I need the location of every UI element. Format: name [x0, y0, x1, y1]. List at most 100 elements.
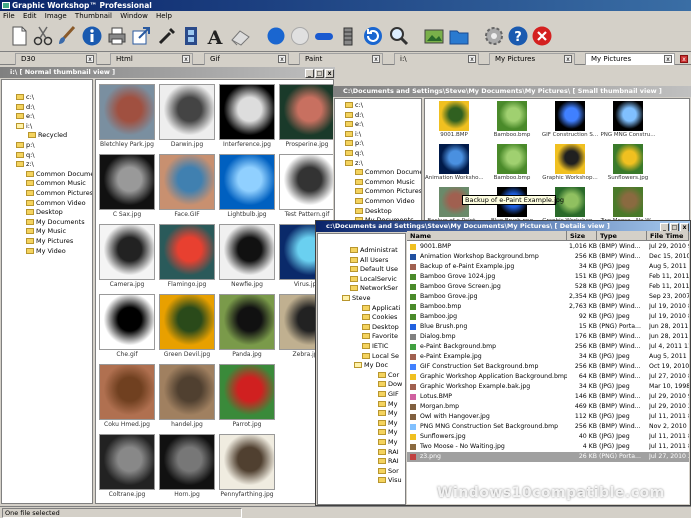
tree-item[interactable]: RAI	[378, 457, 399, 467]
tree-item[interactable]: Steve	[342, 294, 371, 304]
tree-item[interactable]: Cor	[378, 371, 399, 381]
thumbnail-item[interactable]: Che.gif	[96, 292, 158, 362]
thumbnail-item[interactable]: Pennyfarthing.jpg	[216, 432, 278, 502]
tree-item[interactable]: d:\	[345, 111, 364, 121]
file-row[interactable]: Animation Workshop Background.bmp 256 KB(…	[407, 252, 689, 262]
thumbnail-item[interactable]: Prosperine.jpg	[276, 82, 333, 152]
folder-icon[interactable]	[448, 25, 470, 47]
tree-item[interactable]: q:\	[16, 151, 35, 161]
tree-item[interactable]: c:\	[345, 101, 363, 111]
tab-close-icon[interactable]: x	[372, 55, 380, 63]
close-icon[interactable]	[531, 25, 553, 47]
thumbnail-item[interactable]: GIF Construction S...	[541, 100, 599, 143]
thumbnail-item[interactable]: Animation Worksho...	[425, 143, 483, 186]
thumbnail-item[interactable]: Lightbulb.jpg	[216, 152, 278, 222]
tree-item[interactable]: Dow	[378, 380, 402, 390]
file-row[interactable]: e-Paint Example.jpg 34 KB (JPG) Jpeg Aug 5,…	[407, 352, 689, 362]
tree-item[interactable]: Common Documents	[26, 170, 92, 180]
tree-item[interactable]: q:\	[345, 149, 364, 159]
tree-item[interactable]: Desktop	[355, 207, 392, 217]
refresh-icon[interactable]	[362, 25, 384, 47]
normal-view-title[interactable]: i:\ [ Normal thumbnail view ] _ □ x	[0, 67, 335, 78]
brush-icon[interactable]	[56, 25, 78, 47]
small-view-title[interactable]: C:\Documents and Settings\Steve\My Docum…	[333, 86, 691, 97]
thumbnail-item[interactable]: Coltrane.jpg	[96, 432, 158, 502]
tree-item[interactable]: Visu	[378, 476, 402, 486]
file-row[interactable]: Bamboo Grove Screen.jpg 528 KB (JPG) Jpeg F…	[407, 282, 689, 292]
file-row[interactable]: z3.png 26 KB(PNG) Porta... Jul 27, 2010 2:	[407, 452, 689, 462]
menu-image[interactable]: Image	[42, 11, 70, 22]
thumbnail-item[interactable]: Bamboo.bmp	[483, 143, 541, 186]
export-icon[interactable]	[130, 25, 152, 47]
thumbnail-item[interactable]: Newfie.jpg	[216, 222, 278, 292]
thumbnail-item[interactable]	[657, 100, 689, 143]
circle-gray-icon[interactable]	[289, 25, 311, 47]
menu-file[interactable]: File	[0, 11, 18, 22]
file-row[interactable]: Backup of e-Paint Example.jpg 34 KB (JPG) …	[407, 262, 689, 272]
column-size[interactable]: Size	[567, 231, 597, 241]
tree-item[interactable]: My Pictures	[26, 237, 73, 247]
menu-thumbnail[interactable]: Thumbnail	[72, 11, 115, 22]
column-type[interactable]: Type	[597, 231, 647, 241]
thumbnail-item[interactable]: Interference.jpg	[216, 82, 278, 152]
file-row[interactable]: Graphic Workshop Example.bak.jpg 34 KB (JP…	[407, 382, 689, 392]
menu-window[interactable]: Window	[117, 11, 151, 22]
tree-item[interactable]: LocalServic	[350, 275, 397, 285]
tree-item[interactable]: My Video	[26, 247, 66, 257]
tree-item[interactable]: Common Music	[26, 179, 86, 189]
tree-item[interactable]: My	[378, 419, 397, 429]
file-row[interactable]: 9001.BMP 1,016 KB (BMP) Wind... Jul 29, 201…	[407, 242, 689, 252]
file-row[interactable]: Bamboo Grove 1024.jpg 151 KB (JPG) Jpeg Feb…	[407, 272, 689, 282]
cut-icon[interactable]	[32, 25, 54, 47]
thumbnail-item[interactable]: handel.jpg	[156, 362, 218, 432]
column-name[interactable]: Name	[407, 231, 567, 241]
help-icon[interactable]: ?	[507, 25, 529, 47]
title-bar[interactable]: Graphic Workshop™ Professional	[0, 0, 691, 11]
tab-close-icon[interactable]: x	[278, 55, 286, 63]
close-all-tabs-icon[interactable]: x	[680, 55, 688, 63]
column-file-time[interactable]: File Time	[647, 231, 689, 241]
new-icon[interactable]	[8, 25, 30, 47]
file-row[interactable]: e-Paint Background.bmp 256 KB (BMP) Wind..…	[407, 342, 689, 352]
tree-item[interactable]: Applicati	[362, 304, 400, 314]
text-icon[interactable]: A	[204, 25, 226, 47]
tree-item[interactable]: NetworkSer	[350, 284, 398, 294]
tree-item[interactable]: My	[378, 400, 397, 410]
tree-item[interactable]: My	[378, 428, 397, 438]
tree-item[interactable]: Common Music	[355, 178, 415, 188]
thumbnail-item[interactable]: 9001.BMP	[425, 100, 483, 143]
file-row[interactable]: Blue Brush.png 15 KB (PNG) Porta... Jun 28,…	[407, 322, 689, 332]
file-row[interactable]: Sunflowers.jpg 40 KB (JPG) Jpeg Jul 11, 201…	[407, 432, 689, 442]
thumbnail-item[interactable]: Flamingo.jpg	[156, 222, 218, 292]
file-row[interactable]: Two Moose - No Waiting.jpg 4 KB (JPG) Jpeg…	[407, 442, 689, 452]
thumbnail-item[interactable]: Green Devil.jpg	[156, 292, 218, 362]
tree-item[interactable]: RAI	[378, 448, 399, 458]
tree-item[interactable]: Common Pictures	[26, 189, 92, 199]
thumbnail-item[interactable]: C Sax.jpg	[96, 152, 158, 222]
menu-edit[interactable]: Edit	[20, 11, 40, 22]
file-row[interactable]: Lotus.BMP 146 KB (BMP) Wind... Jul 29, 2010…	[407, 392, 689, 402]
tree-item[interactable]: z:\	[16, 160, 34, 170]
circle-blue-icon[interactable]	[265, 25, 287, 47]
thumbnail-item[interactable]: Horn.jpg	[156, 432, 218, 502]
tree-item[interactable]: Recycled	[28, 131, 67, 141]
thumbnail-item[interactable]: Coku Hmed.jpg	[96, 362, 158, 432]
tree-item[interactable]: d:\	[16, 103, 35, 113]
tree-item[interactable]: Local Se	[362, 352, 399, 362]
tab-html[interactable]: Html x	[110, 53, 193, 65]
thumbnail-item[interactable]	[657, 143, 689, 186]
tree-item[interactable]: My	[378, 409, 397, 419]
file-row[interactable]: Morgan.bmp 469 KB (BMP) Wind... Jul 29, 201…	[407, 402, 689, 412]
tree-item[interactable]: i:\	[345, 130, 361, 140]
tree-item[interactable]: Favorite	[362, 332, 398, 342]
minimize-icon[interactable]: _	[305, 69, 314, 78]
thumbnail-item[interactable]: Bletchley Park.jpg	[96, 82, 158, 152]
tree-item[interactable]: Sor	[378, 467, 399, 477]
tab-close-icon[interactable]: x	[468, 55, 476, 63]
file-row[interactable]: Dialog.bmp 176 KB (BMP) Wind... Jun 28, 201…	[407, 332, 689, 342]
tree-item[interactable]: GIF	[378, 390, 399, 400]
tree-item[interactable]: p:\	[16, 141, 35, 151]
tree-item[interactable]: Common Documents	[355, 168, 421, 178]
eraser-icon[interactable]	[229, 25, 251, 47]
tree-item[interactable]: e:\	[345, 120, 363, 130]
